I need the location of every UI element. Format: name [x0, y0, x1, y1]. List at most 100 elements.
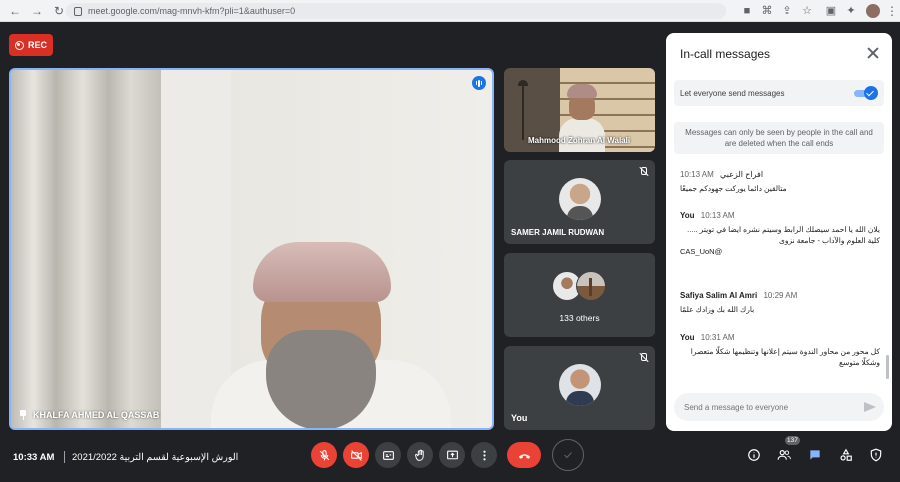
in-call-messages-panel: In-call messages Let everyone send messa…: [666, 33, 892, 431]
message-input-box[interactable]: [674, 393, 884, 421]
participant-name: You: [511, 413, 528, 423]
main-participant-name: KHALFA AHMED AL QASSAB: [19, 410, 159, 420]
raise-hand-button[interactable]: [407, 442, 433, 468]
info-icon: [748, 449, 760, 461]
message-input[interactable]: [684, 402, 854, 412]
recording-label: REC: [27, 40, 47, 50]
leave-call-button[interactable]: [507, 442, 541, 468]
meeting-details-button[interactable]: [746, 447, 762, 463]
speaking-indicator-icon: [472, 76, 486, 90]
forward-icon[interactable]: →: [30, 4, 44, 18]
camera-toggle-button[interactable]: [343, 442, 369, 468]
pin-icon[interactable]: [19, 410, 27, 420]
people-button[interactable]: [776, 447, 792, 463]
send-permission-row: Let everyone send messages: [674, 80, 884, 106]
camera-icon[interactable]: ■: [740, 4, 754, 18]
back-icon[interactable]: ←: [8, 4, 22, 18]
record-icon: [14, 40, 24, 50]
participant-name: Mahmood Zohran Al Walali: [528, 136, 631, 145]
message-text: يلان الله يا احمد سيصلك الرابط وسيتم نشر…: [687, 225, 880, 245]
chat-button[interactable]: [807, 447, 823, 463]
chat-message: Safiya Salim Al Amri 10:29 AM بارك الله …: [680, 291, 880, 315]
send-icon[interactable]: [864, 401, 876, 413]
present-icon: [446, 450, 458, 459]
reload-icon[interactable]: ↻: [52, 4, 66, 18]
recording-badge[interactable]: REC: [9, 34, 53, 56]
profile-avatar[interactable]: [866, 4, 880, 18]
chat-message: 10:13 AM افراح الزعبي متالقين دائما يورك…: [680, 170, 880, 194]
star-icon[interactable]: ☆: [800, 4, 814, 18]
captions-icon: [382, 450, 394, 460]
share-icon[interactable]: ⇪: [780, 4, 794, 18]
browser-menu-icon[interactable]: ⋮: [886, 4, 898, 18]
meeting-title: 2021/2022 الورش الإسبوعية لقسم التربية: [72, 452, 239, 463]
chat-message: You 10:31 AM كل محور من محاور الندوة سيت…: [680, 333, 880, 368]
chat-message: You 10:13 AM يلان الله يا احمد سيصلك الر…: [680, 211, 880, 257]
status-indicator: [552, 439, 584, 471]
message-sender: Safiya Salim Al Amri: [680, 291, 758, 300]
translate-icon[interactable]: ⌘: [760, 4, 774, 18]
self-tile[interactable]: You: [504, 346, 655, 430]
people-count-badge: 137: [785, 436, 800, 445]
message-sender: افراح الزعبي: [720, 170, 764, 179]
message-sender: You: [680, 333, 695, 342]
hang-up-icon: [518, 453, 530, 459]
present-button[interactable]: [439, 442, 465, 468]
message-text: بارك الله بك وزادك علمًا: [680, 305, 755, 314]
scrollbar[interactable]: [886, 355, 889, 379]
message-text: متالقين دائما يوركت جهودكم جميعًا: [680, 184, 787, 193]
lamp: [518, 80, 528, 140]
shield-icon: [870, 448, 882, 462]
message-time: 10:29 AM: [763, 291, 798, 300]
others-tile[interactable]: 133 others: [504, 253, 655, 337]
participant-tile[interactable]: SAMER JAMIL RUDWAN: [504, 160, 655, 244]
message-sender: You: [680, 211, 695, 220]
message-time: 10:13 AM: [680, 170, 714, 179]
host-controls-button[interactable]: [868, 447, 884, 463]
mic-toggle-button[interactable]: [311, 442, 337, 468]
avatar: [559, 364, 601, 406]
captions-button[interactable]: [375, 442, 401, 468]
activities-icon: [840, 448, 852, 461]
mic-off-icon: [638, 167, 648, 177]
main-video-tile[interactable]: KHALFA AHMED AL QASSAB: [9, 68, 494, 430]
check-icon: [864, 86, 878, 100]
message-meta: You 10:31 AM: [680, 333, 880, 342]
people-icon: [777, 450, 791, 460]
more-options-button[interactable]: [471, 442, 497, 468]
mic-off-icon: [638, 353, 648, 363]
message-text: كل محور من محاور الندوة سيتم إعلانها وتن…: [690, 347, 880, 367]
participant-name: SAMER JAMIL RUDWAN: [511, 228, 605, 237]
camera-off-icon: [350, 449, 362, 461]
participant-tile[interactable]: Mahmood Zohran Al Walali: [504, 68, 655, 152]
curtain-background: [11, 70, 161, 428]
close-icon[interactable]: [866, 46, 880, 60]
browser-toolbar: ← → ↻ meet.google.com/mag-mnvh-kfm?pli=1…: [0, 0, 900, 22]
current-time: 10:33 AM: [13, 452, 55, 463]
message-list[interactable]: 10:13 AM افراح الزعبي متالقين دائما يورك…: [666, 165, 884, 385]
puzzle-icon[interactable]: ✦: [844, 4, 858, 18]
speaker-figure: [191, 230, 451, 428]
message-meta: Safiya Salim Al Amri 10:29 AM: [680, 291, 880, 300]
message-meta: You 10:13 AM: [680, 211, 880, 220]
message-time: 10:31 AM: [700, 333, 735, 342]
hand-icon: [414, 449, 424, 461]
mic-off-icon: [319, 449, 329, 460]
url-text: meet.google.com/mag-mnvh-kfm?pli=1&authu…: [88, 6, 296, 16]
toggle-label: Let everyone send messages: [680, 88, 785, 98]
message-text-line: CAS_UoN@: [680, 247, 723, 256]
lock-icon: [74, 6, 82, 16]
panel-title: In-call messages: [680, 47, 771, 61]
chat-icon: [810, 450, 820, 460]
extension-icon[interactable]: ▣: [824, 4, 838, 18]
main-participant-label: KHALFA AHMED AL QASSAB: [33, 410, 160, 420]
bottom-control-bar: 10:33 AM 2021/2022 الورش الإسبوعية لقسم …: [0, 436, 900, 482]
message-time: 10:13 AM: [700, 211, 735, 220]
address-bar[interactable]: meet.google.com/mag-mnvh-kfm?pli=1&authu…: [66, 3, 726, 19]
divider: [64, 451, 65, 463]
send-messages-toggle[interactable]: [854, 86, 878, 100]
activities-button[interactable]: [838, 447, 854, 463]
chat-notice: Messages can only be seen by people in t…: [674, 122, 884, 154]
check-icon: [564, 452, 572, 459]
more-vert-icon: [482, 450, 486, 460]
